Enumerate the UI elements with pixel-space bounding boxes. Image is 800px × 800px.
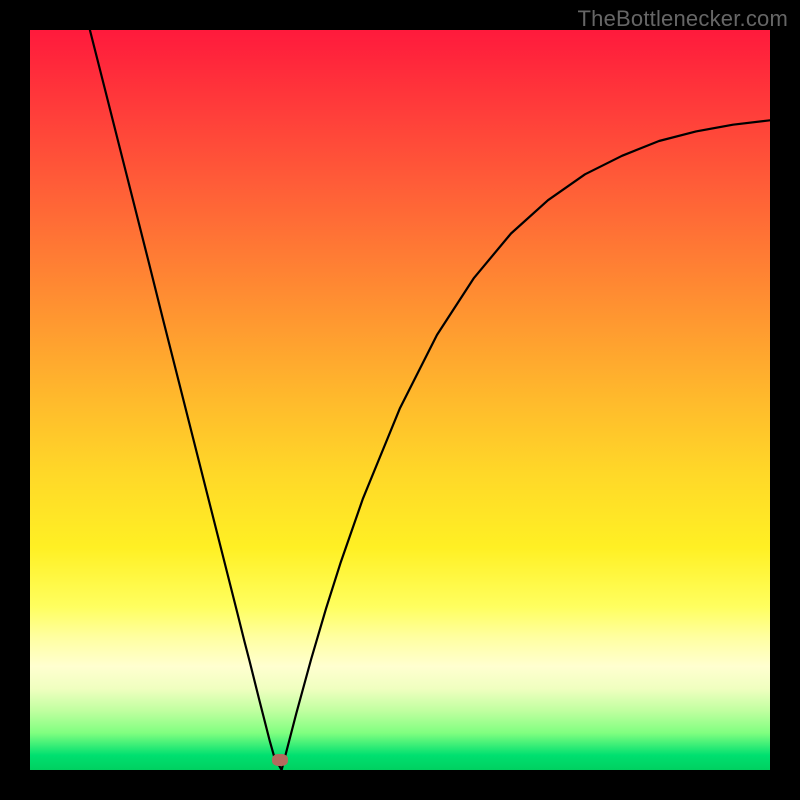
curve-layer — [30, 30, 770, 770]
bottleneck-curve — [90, 30, 770, 770]
optimum-marker — [272, 754, 288, 766]
plot-area — [30, 30, 770, 770]
chart-frame: TheBottlenecker.com — [0, 0, 800, 800]
watermark-text: TheBottlenecker.com — [578, 6, 788, 32]
